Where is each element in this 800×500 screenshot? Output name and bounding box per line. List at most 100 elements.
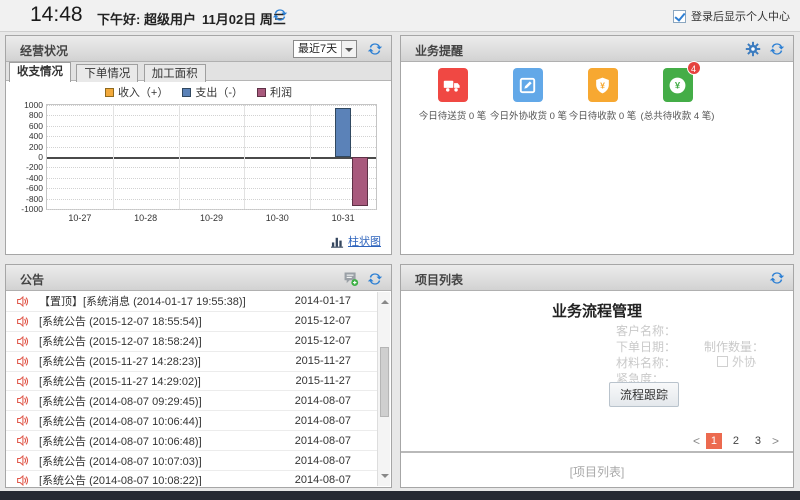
receivable-today-tile[interactable]: ¥ (588, 68, 618, 102)
announcement-row[interactable]: 【置顶】[系统消息 (2014-01-17 19:55:38)]2014-01-… (6, 292, 377, 312)
page-2[interactable]: 2 (728, 433, 744, 449)
announcement-row[interactable]: [系统公告 (2015-11-27 14:28:23)]2015-11-27 (6, 352, 377, 372)
speaker-icon (16, 335, 29, 348)
page-3[interactable]: 3 (750, 433, 766, 449)
legend-swatch (182, 88, 191, 97)
scrollbar[interactable] (377, 292, 390, 486)
refresh-icon[interactable] (367, 41, 383, 57)
reminder-delivery: 今日待送货 0 笔 (415, 68, 490, 122)
outsource-checkbox[interactable] (717, 356, 728, 367)
x-tick-label: 10-27 (47, 213, 113, 223)
divider (401, 451, 793, 453)
announcement-row[interactable]: [系统公告 (2015-12-07 18:55:54)]2015-12-07 (6, 312, 377, 332)
workflow-heading: 业务流程管理 (401, 291, 793, 321)
h-gridline (47, 126, 376, 127)
speaker-icon (16, 394, 29, 407)
y-tick-label: 1000 (11, 100, 43, 110)
announcement-row[interactable]: [系统公告 (2014-08-07 10:06:48)]2014-08-07 (6, 431, 377, 451)
refresh-icon[interactable] (769, 270, 785, 286)
v-gridline (179, 105, 180, 209)
tab-orders[interactable]: 下单情况 (76, 64, 138, 82)
y-tick-label: -800 (11, 194, 43, 204)
bar-chart-icon (331, 235, 344, 248)
outsource-receive-tile[interactable] (513, 68, 543, 102)
h-gridline (47, 136, 376, 137)
announcement-date: 2015-12-07 (295, 335, 351, 347)
announcement-text: [系统公告 (2014-08-07 09:29:45)] (39, 393, 295, 409)
personal-center-checkbox[interactable] (673, 10, 686, 23)
date-range-select[interactable]: 最近7天 (293, 40, 357, 58)
x-tick-label: 10-30 (244, 213, 310, 223)
speaker-icon (16, 454, 29, 467)
truck-icon (443, 76, 462, 95)
y-tick-label: -400 (11, 173, 43, 183)
announcement-date: 2014-08-07 (295, 435, 351, 447)
reminder-label: 今日外协收货 0 笔 (490, 108, 565, 122)
announcements-header: 公告 (6, 265, 391, 291)
h-gridline (47, 209, 376, 210)
panel-title: 项目列表 (415, 271, 463, 288)
x-axis-line (47, 157, 376, 159)
scrollbar-thumb[interactable] (380, 347, 389, 417)
topbar: 14:48 下午好: 超级用户 11月02日 周三 登录后显示个人中心 (0, 0, 800, 32)
customer-name-label: 客户名称： (616, 322, 676, 339)
y-tick-label: 600 (11, 121, 43, 131)
add-announcement-icon[interactable] (342, 270, 359, 287)
announcement-row[interactable]: [系统公告 (2014-08-07 10:08:22)]2014-08-07 (6, 471, 377, 486)
announcement-text: [系统公告 (2015-11-27 14:28:23)] (39, 353, 296, 369)
announcement-row[interactable]: [系统公告 (2014-08-07 10:07:03)]2014-08-07 (6, 451, 377, 471)
announcement-row[interactable]: [系统公告 (2015-11-27 14:29:02)]2015-11-27 (6, 372, 377, 392)
process-track-button[interactable]: 流程跟踪 (609, 382, 679, 407)
gear-icon[interactable] (745, 41, 761, 57)
h-gridline (47, 105, 376, 106)
reminder-receivable-today: ¥ 今日待收款 0 笔 (565, 68, 640, 122)
panel-title: 公告 (20, 271, 44, 288)
chart-type-switch[interactable]: 柱状图 (331, 233, 381, 249)
page-1[interactable]: 1 (706, 433, 722, 449)
clock: 14:48 (30, 3, 83, 27)
bottom-strip (0, 491, 800, 500)
announcement-text: [系统公告 (2014-08-07 10:07:03)] (39, 453, 295, 469)
h-gridline (47, 199, 376, 200)
h-gridline (47, 167, 376, 168)
scroll-down-icon[interactable] (381, 474, 389, 482)
receivable-total-tile[interactable]: ¥ 4 (663, 68, 693, 102)
h-gridline (47, 147, 376, 148)
reminders-panel: 业务提醒 (400, 35, 794, 255)
prev-page-arrow[interactable]: < (693, 434, 700, 448)
outsource-label: 外协 (732, 353, 756, 370)
refresh-icon[interactable] (367, 271, 383, 287)
delivery-tile[interactable] (438, 68, 468, 102)
announcement-row[interactable]: [系统公告 (2014-08-07 10:06:44)]2014-08-07 (6, 411, 377, 431)
next-page-arrow[interactable]: > (772, 434, 779, 448)
y-tick-label: 800 (11, 110, 43, 120)
announcement-text: [系统公告 (2015-12-07 18:55:54)] (39, 313, 295, 329)
business-status-header: 经营状况 最近7天 (6, 36, 391, 62)
announcement-row[interactable]: [系统公告 (2014-08-07 09:29:45)]2014-08-07 (6, 391, 377, 411)
x-tick-label: 10-29 (179, 213, 245, 223)
y-tick-label: 200 (11, 142, 43, 152)
panel-title: 业务提醒 (415, 42, 463, 59)
refresh-icon[interactable] (769, 41, 785, 57)
project-list-placeholder: [项目列表] (401, 463, 793, 480)
tab-income-expense[interactable]: 收支情况 (9, 62, 71, 82)
announcement-date: 2014-08-07 (295, 415, 351, 427)
bar-chart: -1000-800-600-400-2000200400600800100010… (46, 104, 377, 210)
y-tick-label: -1000 (11, 204, 43, 214)
announcement-row[interactable]: [系统公告 (2015-12-07 18:58:24)]2015-12-07 (6, 332, 377, 352)
svg-text:¥: ¥ (675, 80, 681, 91)
h-gridline (47, 178, 376, 179)
reminder-tiles: 今日待送货 0 笔 今日外协收货 0 笔 ¥ 今日待收款 0 笔 (415, 68, 715, 122)
announcement-text: [系统公告 (2014-08-07 10:06:44)] (39, 413, 295, 429)
business-status-panel: 经营状况 最近7天 收支情况 下单情况 加工面积 收入（+）支出（-）利润 -1… (5, 35, 392, 255)
announcement-date: 2015-11-27 (296, 355, 351, 367)
refresh-icon[interactable] (272, 7, 288, 23)
scroll-up-icon[interactable] (381, 296, 389, 304)
chart-bar (352, 157, 368, 206)
legend-label: 利润 (270, 87, 292, 99)
speaker-icon (16, 375, 29, 388)
legend-item: 支出（-） (182, 87, 243, 99)
chart-type-link[interactable]: 柱状图 (348, 233, 381, 249)
tab-processing-area[interactable]: 加工面积 (144, 64, 206, 82)
chevron-down-icon (341, 41, 356, 57)
